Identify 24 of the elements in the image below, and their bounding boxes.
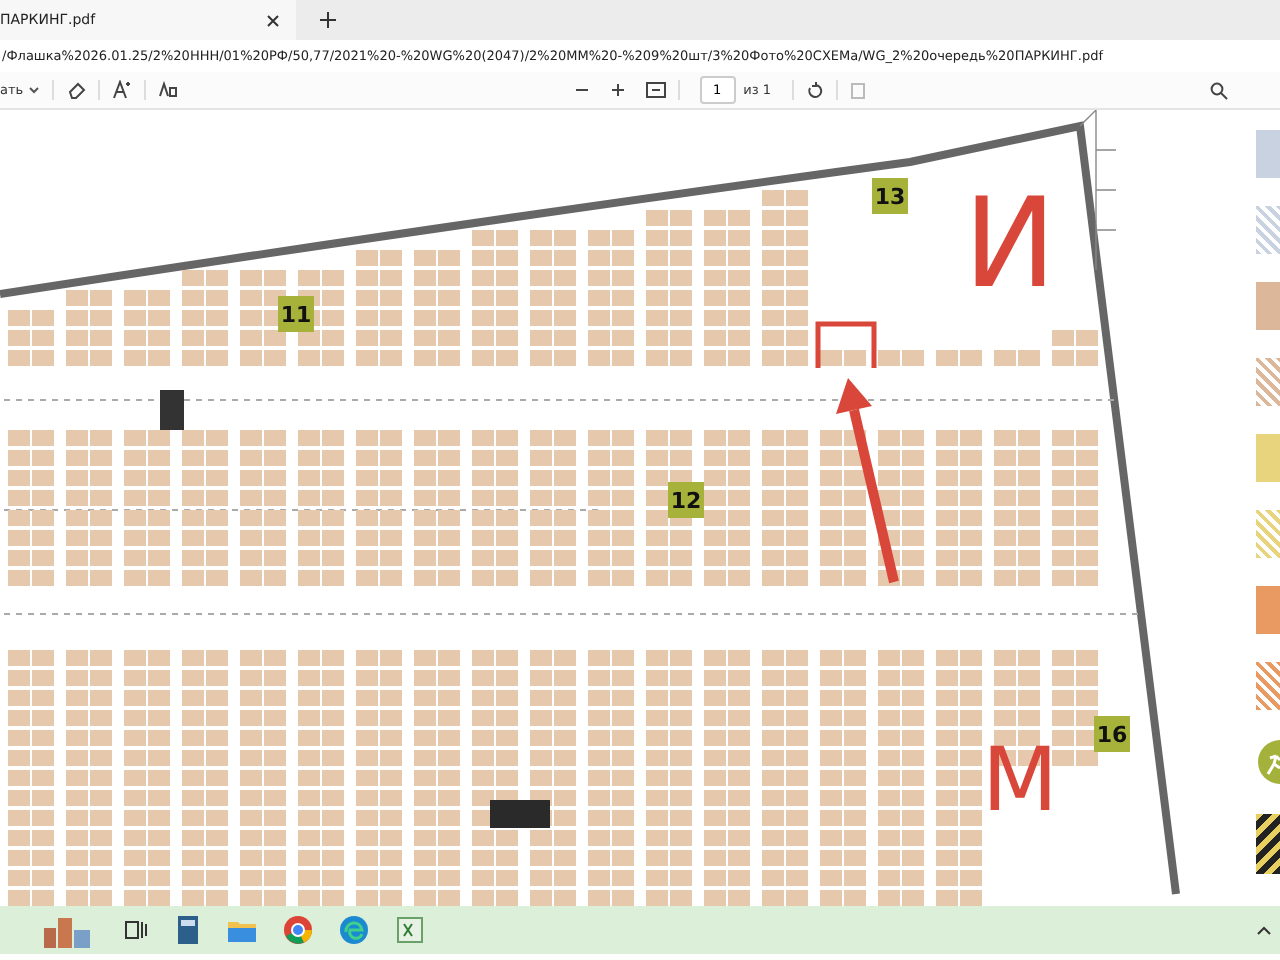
zoom-in-icon[interactable] [609,82,626,98]
new-tab-button[interactable] [320,12,336,28]
highlight-frame [815,321,877,368]
chrome-icon[interactable] [284,916,312,944]
chevron-down-icon[interactable] [27,84,40,96]
widgets-icon[interactable] [40,912,96,948]
folder-icon[interactable] [228,918,256,942]
edge-icon[interactable] [340,916,368,944]
rotate-icon[interactable] [805,81,823,99]
calculator-icon[interactable] [176,916,200,944]
zone-number-badge: 11 [278,296,314,332]
spreadsheet-icon[interactable] [396,916,424,944]
section-letter: М [982,730,1058,832]
task-view-icon[interactable] [124,918,148,942]
search-icon[interactable] [1210,81,1228,99]
text-size-icon[interactable] [111,80,132,100]
section-letter: И [963,170,1057,316]
zone-number-badge: 16 [1094,716,1130,752]
chevron-up-icon[interactable] [1256,924,1272,936]
close-icon[interactable] [266,13,280,27]
eraser-icon[interactable] [65,80,86,100]
zone-number-badge: 13 [872,178,908,214]
zone-number-badge: 12 [668,482,704,518]
fit-page-icon[interactable] [645,82,666,98]
